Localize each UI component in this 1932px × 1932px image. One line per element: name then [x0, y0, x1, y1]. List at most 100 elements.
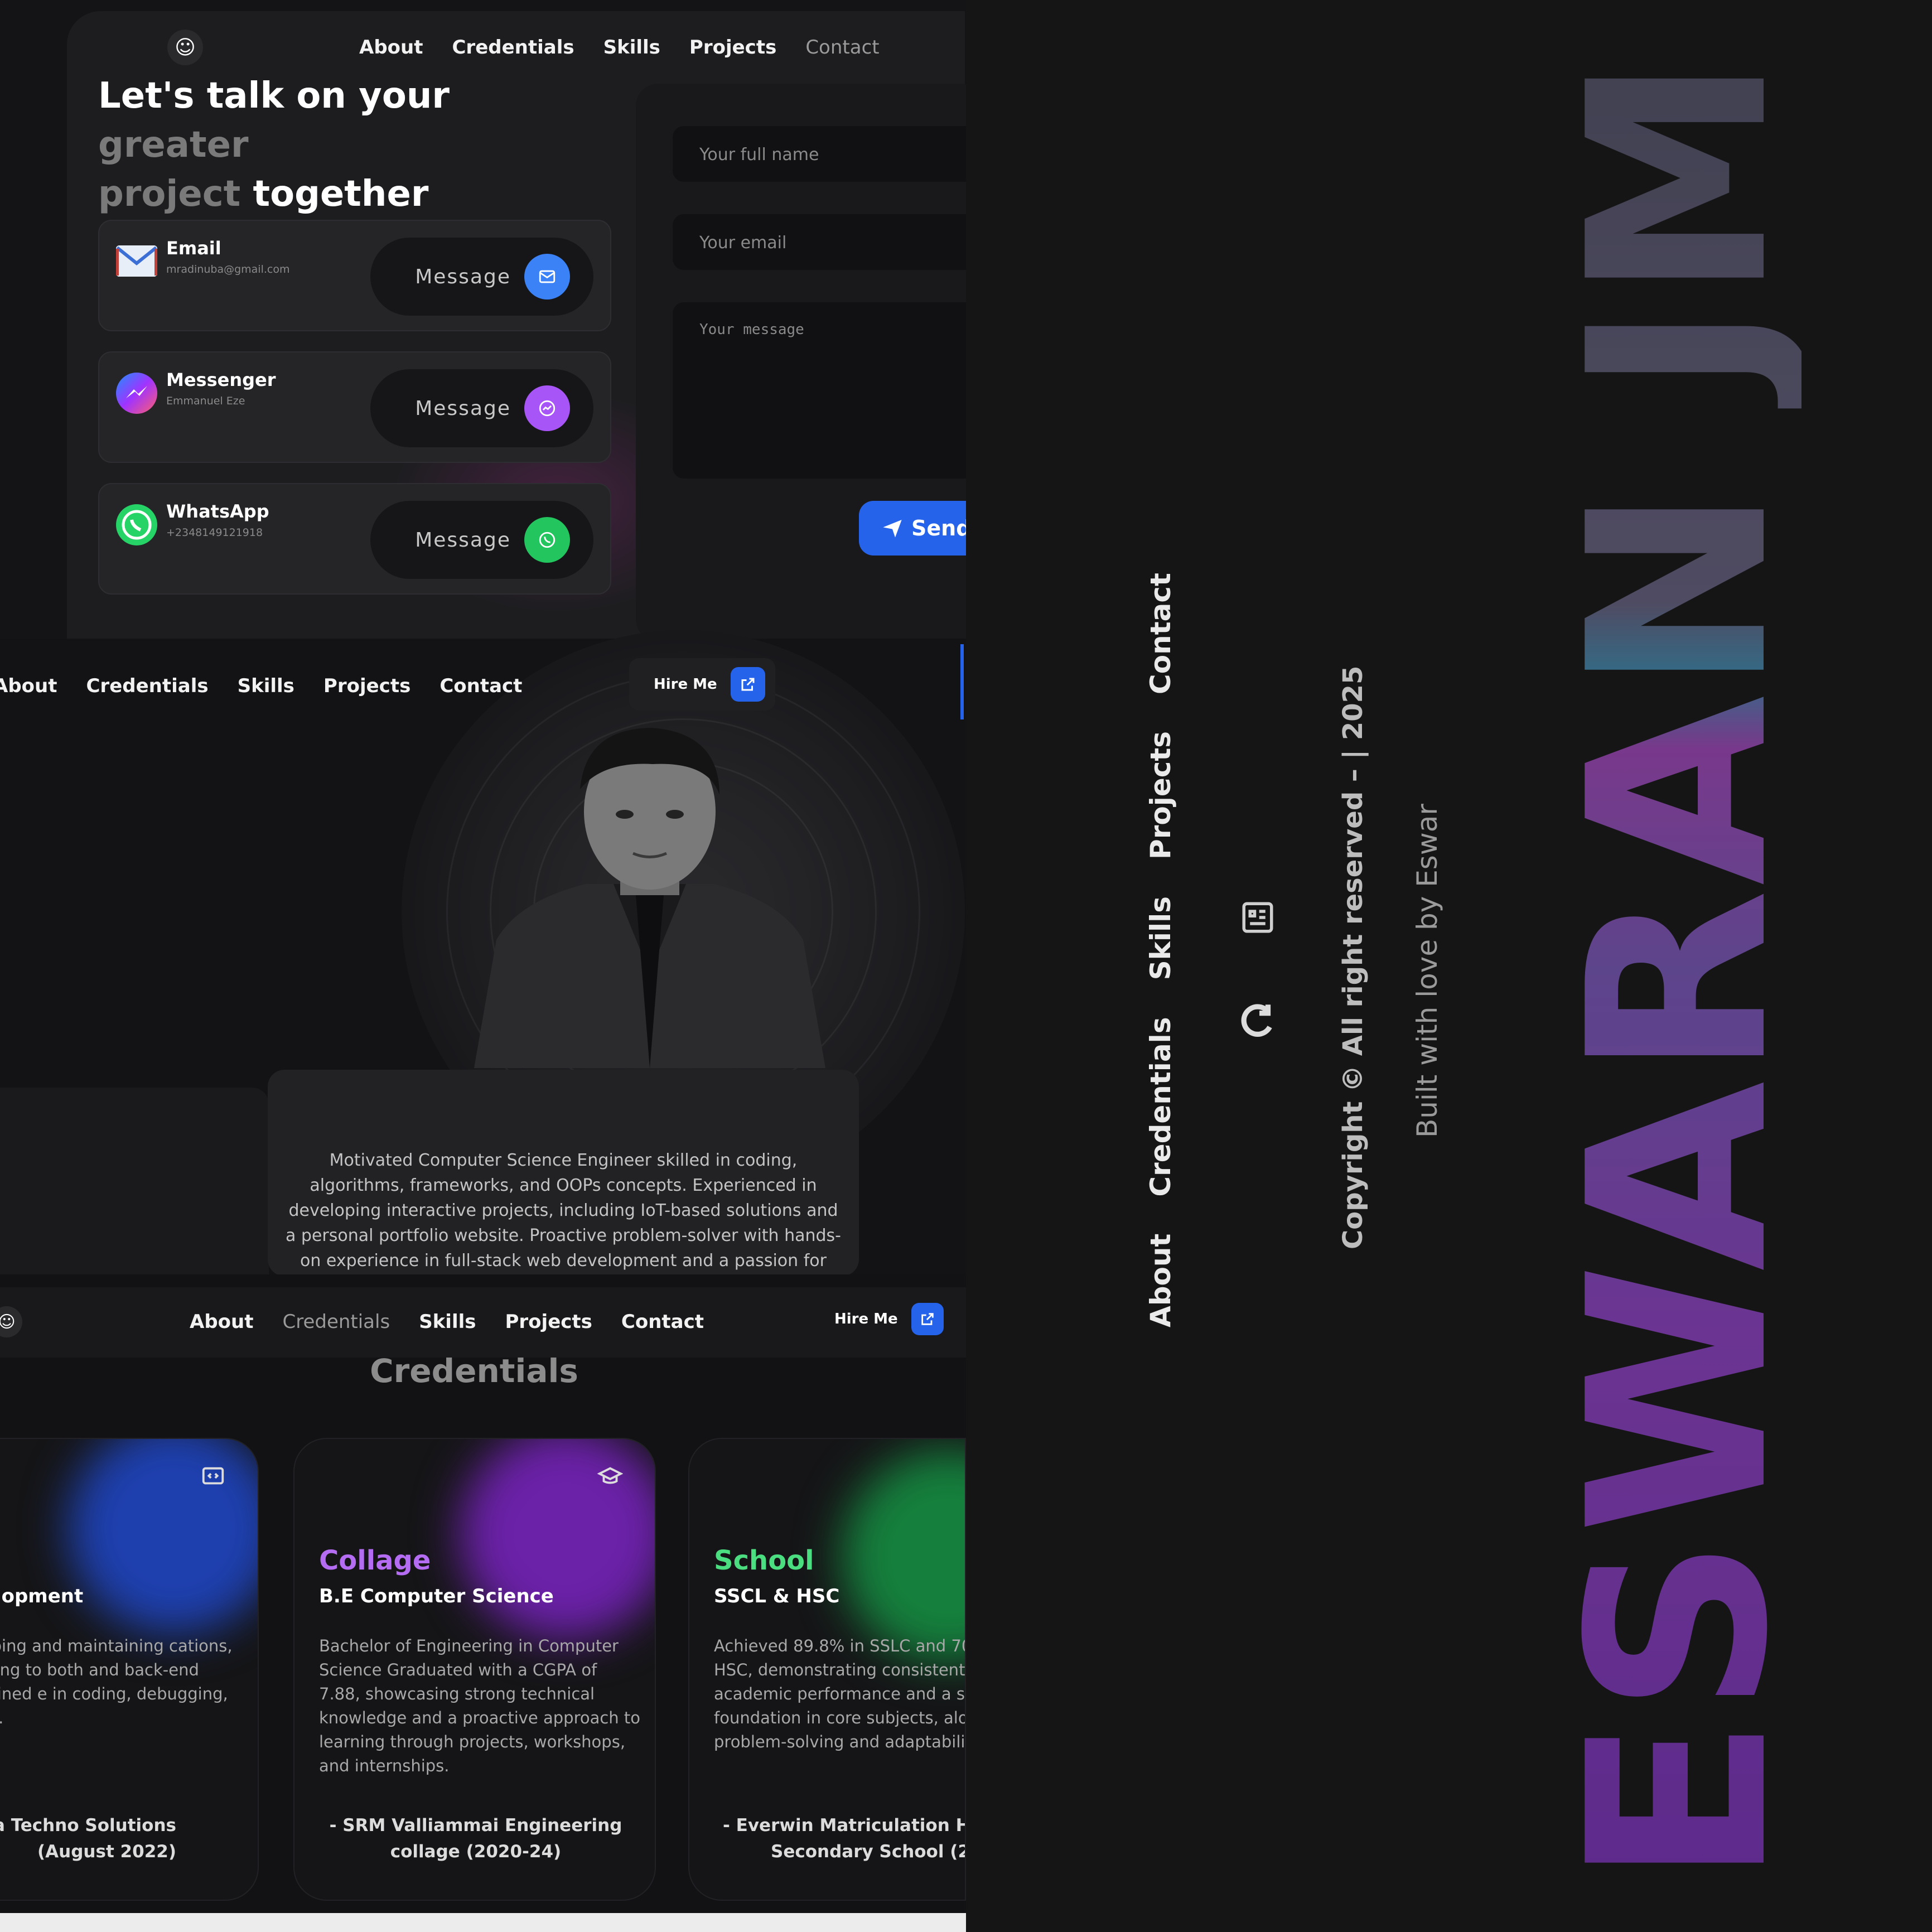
messenger-title: Messenger — [166, 369, 276, 390]
card-title: Collage — [319, 1545, 431, 1576]
credential-card-college: Collage B.E Computer Science Bachelor of… — [293, 1438, 656, 1901]
phone-icon — [524, 517, 570, 563]
about-text: Motivated Computer Science Engineer skil… — [285, 1151, 842, 1271]
email-card: Email mradinuba@gmail.com Message — [98, 220, 611, 331]
nav-contact[interactable]: Contact — [621, 1311, 704, 1333]
card-glow — [842, 1450, 965, 1662]
external-link-icon — [911, 1303, 944, 1335]
hire-me-button[interactable]: Hire Me — [629, 658, 775, 711]
card-subtitle: k Development — [0, 1585, 84, 1607]
send-label: Send — [911, 516, 966, 540]
about-side-card — [0, 1088, 269, 1275]
nav-about[interactable]: About — [0, 675, 57, 697]
contact-section: ☺ About Credentials Skills Projects Cont… — [0, 0, 966, 639]
nav-about[interactable]: About — [359, 36, 423, 59]
messenger-name: Emmanuel Eze — [166, 395, 245, 407]
desc-line: Achieved 89.8% in SSLC and 70.1% — [714, 1636, 965, 1655]
hire-me-label: Hire Me — [834, 1311, 898, 1327]
screens-column: ☺ About Credentials Skills Projects Cont… — [0, 0, 966, 1932]
card-footer: ta Techno Solutions (August 2022) — [0, 1815, 176, 1862]
footer-nav: About Credentials Skills Projects Contac… — [1144, 536, 1177, 1327]
card-description: Achieved 89.8% in SSLC and 70.1% HSC, de… — [714, 1634, 966, 1754]
whatsapp-number: +2348149121918 — [166, 527, 263, 539]
send-button[interactable]: Send — [859, 501, 966, 556]
card-subtitle: SSCL & HSC — [714, 1585, 840, 1607]
card-footer: - Everwin Matriculation Hig Secondary Sc… — [723, 1813, 966, 1865]
desc-line: academic performance and a so — [714, 1684, 966, 1703]
whatsapp-icon — [116, 504, 157, 545]
footer-nav-credentials[interactable]: Credentials — [1144, 1017, 1177, 1196]
messenger-message-label: Message — [415, 397, 511, 420]
footer-nav-contact[interactable]: Contact — [1144, 573, 1177, 694]
mail-icon — [524, 254, 570, 300]
card-title: School — [714, 1545, 814, 1576]
page-bottom-edge — [0, 1913, 966, 1932]
messenger-message-button[interactable]: Message — [370, 369, 593, 447]
desc-line: problem-solving and adaptabilit — [714, 1732, 966, 1751]
nav-skills[interactable]: Skills — [238, 675, 294, 697]
credentials-navbar: ☺ About Credentials Skills Projects Cont… — [0, 1300, 733, 1344]
whatsapp-card: WhatsApp +2348149121918 Message — [98, 483, 611, 595]
footer-nav-skills[interactable]: Skills — [1144, 896, 1177, 980]
card-glow — [460, 1439, 655, 1640]
email-message-label: Message — [415, 265, 511, 288]
nav-about[interactable]: About — [190, 1311, 253, 1333]
email-message-button[interactable]: Message — [370, 238, 593, 316]
name-input[interactable]: Your full name — [673, 126, 966, 182]
nav-credentials[interactable]: Credentials — [86, 675, 208, 697]
built-by-text: Built with love by Eswar — [1411, 804, 1443, 1138]
card-description: n developing and maintaining cations, co… — [0, 1636, 233, 1727]
email-icon — [115, 245, 158, 277]
hire-me-label: Hire Me — [654, 676, 717, 693]
nav-credentials[interactable]: Credentials — [282, 1311, 390, 1333]
avatar[interactable]: ☺ — [0, 1306, 22, 1337]
contact-navbar: ☺ About Credentials Skills Projects Cont… — [167, 17, 909, 78]
nav-projects[interactable]: Projects — [323, 675, 410, 697]
email-input[interactable]: Your email — [673, 214, 966, 270]
refresh-icon[interactable] — [1237, 999, 1278, 1041]
card-glow — [68, 1439, 258, 1634]
code-icon — [197, 1461, 229, 1493]
desc-line: HSC, demonstrating consistent — [714, 1660, 965, 1679]
avatar[interactable]: ☺ — [167, 30, 203, 65]
nav-credentials[interactable]: Credentials — [452, 36, 574, 59]
heading-part-1: Let's talk on your — [98, 75, 450, 117]
messenger-small-icon — [524, 385, 570, 431]
messenger-icon — [116, 373, 157, 414]
nav-projects[interactable]: Projects — [689, 36, 776, 59]
card-subtitle: B.E Computer Science — [319, 1585, 554, 1607]
desc-line: foundation in core subjects, alon — [714, 1708, 966, 1727]
footer-nav-about[interactable]: About — [1144, 1234, 1177, 1327]
footer-line: Secondary School (2020 — [771, 1842, 965, 1862]
message-textarea[interactable]: Your message — [673, 302, 966, 479]
messenger-card: Messenger Emmanuel Eze Message — [98, 351, 611, 463]
heading-part-3: project — [98, 173, 241, 215]
heading-part-2: greater — [98, 124, 249, 166]
hero-navbar: About Credentials Skills Projects Contac… — [0, 664, 551, 708]
nav-projects[interactable]: Projects — [505, 1311, 592, 1333]
hire-me-button[interactable]: Hire Me — [834, 1303, 944, 1335]
nav-contact[interactable]: Contact — [805, 36, 879, 59]
whatsapp-message-button[interactable]: Message — [370, 501, 593, 579]
heading-part-4: together — [240, 173, 429, 215]
copyright-text: Copyright © All right reserved – | 2025 — [1337, 665, 1369, 1249]
whatsapp-title: WhatsApp — [166, 501, 269, 522]
contact-heading: Let's talk on your greater project toget… — [98, 71, 600, 219]
external-link-icon — [730, 667, 765, 702]
scroll-indicator — [960, 644, 964, 719]
nav-skills[interactable]: Skills — [419, 1311, 476, 1333]
nav-contact[interactable]: Contact — [439, 675, 522, 697]
resume-icon[interactable] — [1239, 899, 1276, 936]
email-title: Email — [166, 238, 221, 259]
footer-line: - Everwin Matriculation Hig — [723, 1815, 966, 1836]
footer-nav-projects[interactable]: Projects — [1144, 731, 1177, 859]
graduation-cap-icon — [595, 1461, 626, 1493]
credential-card-school: School SSCL & HSC Achieved 89.8% in SSLC… — [688, 1438, 966, 1901]
brand-wordmark: ESWARAN JM — [1536, 52, 1822, 1885]
card-footer: - SRM Valliammai Engineering collage (20… — [329, 1815, 622, 1862]
card-description: Bachelor of Engineering in Computer Scie… — [319, 1636, 641, 1775]
nav-skills[interactable]: Skills — [603, 36, 660, 59]
portrait-image — [474, 717, 825, 1068]
credentials-title: Credentials — [370, 1352, 578, 1390]
email-address: mradinuba@gmail.com — [166, 263, 290, 276]
